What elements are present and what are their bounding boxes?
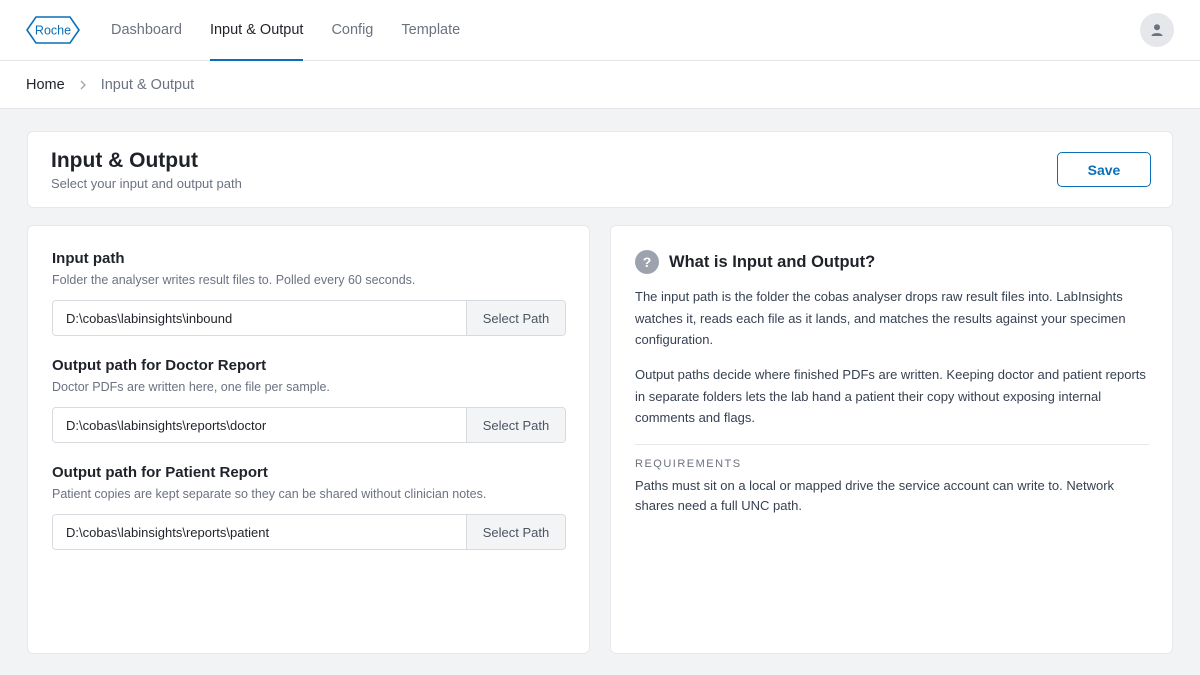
nav-item-template[interactable]: Template xyxy=(401,0,460,61)
help-card: ? What is Input and Output? The input pa… xyxy=(610,225,1173,654)
doctor-output-path-input[interactable] xyxy=(53,408,466,442)
roche-logo[interactable]: Roche xyxy=(26,16,80,44)
save-button[interactable]: Save xyxy=(1057,152,1151,187)
user-icon xyxy=(1151,24,1163,36)
path-settings-card: Input path Folder the analyser writes re… xyxy=(27,225,590,654)
patient-output-path-field: Output path for Patient Report Patient c… xyxy=(52,464,566,550)
page-header-card: Input & Output Select your input and out… xyxy=(27,131,1173,208)
user-avatar-button[interactable] xyxy=(1140,13,1174,47)
input-path-field: Input path Folder the analyser writes re… xyxy=(52,250,566,336)
requirements-heading: REQUIREMENTS xyxy=(635,458,742,470)
question-icon: ? xyxy=(635,250,659,274)
help-paragraph: Output paths decide where finished PDFs … xyxy=(635,367,1146,425)
top-navigation-bar: Roche Dashboard Input & Output Config Te… xyxy=(0,0,1200,61)
logo-text: Roche xyxy=(35,24,71,38)
main-nav: Dashboard Input & Output Config Template xyxy=(111,0,488,61)
patient-output-path-input[interactable] xyxy=(53,515,466,549)
requirements-text: Paths must sit on a local or mapped driv… xyxy=(635,478,1115,513)
input-path-input[interactable] xyxy=(53,301,466,335)
field-label: Input path xyxy=(52,250,125,267)
field-help-text: Doctor PDFs are written here, one file p… xyxy=(52,380,330,394)
divider xyxy=(635,444,1149,445)
field-help-text: Folder the analyser writes result files … xyxy=(52,273,416,287)
select-doctor-path-button[interactable]: Select Path xyxy=(466,408,565,442)
page-title: Input & Output xyxy=(51,149,198,172)
page-subtitle: Select your input and output path xyxy=(51,176,242,191)
chevron-right-icon xyxy=(79,80,87,90)
path-input-group: Select Path xyxy=(52,407,566,443)
doctor-output-path-field: Output path for Doctor Report Doctor PDF… xyxy=(52,357,566,443)
nav-item-config[interactable]: Config xyxy=(331,0,373,61)
field-label: Output path for Patient Report xyxy=(52,464,268,481)
nav-item-input-output[interactable]: Input & Output xyxy=(209,0,303,61)
breadcrumb-current: Input & Output xyxy=(100,76,195,93)
help-paragraph: The input path is the folder the cobas a… xyxy=(635,289,1126,347)
select-patient-path-button[interactable]: Select Path xyxy=(466,515,565,549)
breadcrumb: Home Input & Output xyxy=(0,61,1200,109)
breadcrumb-home-link[interactable]: Home xyxy=(26,77,65,93)
path-input-group: Select Path xyxy=(52,300,566,336)
field-label: Output path for Doctor Report xyxy=(52,357,267,374)
select-input-path-button[interactable]: Select Path xyxy=(466,301,565,335)
help-title: What is Input and Output? xyxy=(669,252,876,271)
help-header: ? What is Input and Output? xyxy=(635,250,875,274)
field-help-text: Patient copies are kept separate so they… xyxy=(52,487,487,501)
nav-item-dashboard[interactable]: Dashboard xyxy=(111,0,182,61)
path-input-group: Select Path xyxy=(52,514,566,550)
